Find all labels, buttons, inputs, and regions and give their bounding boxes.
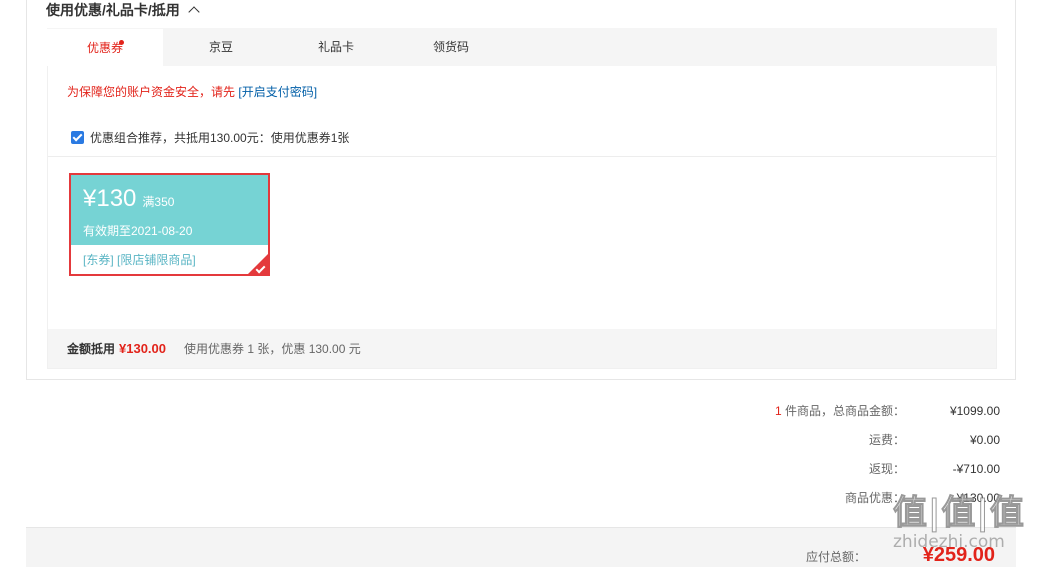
- totals-row-items: 1 件商品，总商品金额： ¥1099.00: [600, 400, 1000, 429]
- summary-amount: ¥130.00: [119, 341, 167, 356]
- security-notice-text: 为保障您的账户资金安全，请先: [67, 85, 236, 99]
- coupon-card[interactable]: ¥130 满350 有效期至2021-08-20 [东券] [限店铺限商品]: [69, 173, 270, 276]
- shipping-value: ¥0.00: [969, 433, 1000, 447]
- coupon-tags: [东券] [限店铺限商品]: [83, 253, 196, 267]
- chevron-up-icon[interactable]: [188, 6, 200, 18]
- cashback-label: 返现：: [868, 462, 905, 476]
- tab-jingdou[interactable]: 京豆: [163, 28, 279, 66]
- items-label-text: 件商品，总商品金额：: [781, 404, 905, 418]
- tab-coupon-label: 优惠券: [86, 41, 123, 55]
- totals-row-shipping: 运费： ¥0.00: [600, 429, 1000, 458]
- combo-recommendation[interactable]: 优惠组合推荐，共抵用130.00元：使用优惠券1张: [71, 129, 349, 146]
- security-notice: 为保障您的账户资金安全，请先 [开启支付密码]: [67, 83, 317, 100]
- coupon-validity: 有效期至2021-08-20: [83, 224, 193, 238]
- tab-pickup-code-label: 领货码: [432, 40, 469, 54]
- discount-label: 商品优惠：: [844, 491, 905, 505]
- items-value: ¥1099.00: [949, 404, 1000, 418]
- enable-payment-password-link[interactable]: [开启支付密码]: [238, 85, 317, 99]
- payable-label: 应付总额：: [805, 550, 866, 564]
- coupon-amount: ¥130: [83, 185, 137, 212]
- site-watermark: 值|值|值 zhidezhi.com: [893, 485, 1043, 565]
- combo-text: 优惠组合推荐，共抵用130.00元：使用优惠券1张: [90, 131, 350, 145]
- coupon-amount-row: ¥130 满350: [83, 185, 256, 216]
- tab-jingdou-label: 京豆: [208, 40, 233, 54]
- coupon-condition: 满350: [142, 195, 175, 209]
- items-label: 1 件商品，总商品金额：: [635, 400, 905, 429]
- tab-gift-card[interactable]: 礼品卡: [279, 28, 393, 66]
- section-title-text: 使用优惠/礼品卡/抵用: [46, 2, 180, 18]
- summary-description: 使用优惠券 1 张，优惠 130.00 元: [184, 342, 361, 356]
- coupon-card-header: ¥130 满350 有效期至2021-08-20: [71, 175, 268, 245]
- section-title[interactable]: 使用优惠/礼品卡/抵用: [46, 0, 200, 20]
- watermark-logo: 值|值|值: [893, 493, 1025, 534]
- discount-summary-bar: 金额抵用 ¥130.00 使用优惠券 1 张，优惠 130.00 元: [48, 329, 996, 368]
- tab-gift-card-label: 礼品卡: [317, 40, 354, 54]
- totals-row-cashback: 返现： -¥710.00: [600, 458, 1000, 487]
- summary-label: 金额抵用: [67, 342, 116, 356]
- cashback-value: -¥710.00: [952, 462, 1000, 476]
- watermark-site: zhidezhi.com: [893, 532, 1005, 552]
- shipping-label: 运费：: [868, 433, 905, 447]
- discount-tabs: 优惠券 京豆 礼品卡 领货码: [47, 28, 997, 66]
- items-count: 1: [774, 404, 782, 418]
- combo-checkbox[interactable]: [71, 131, 84, 144]
- divider: [48, 156, 996, 157]
- tab-coupon[interactable]: 优惠券: [47, 28, 163, 66]
- tab-pickup-code[interactable]: 领货码: [393, 28, 509, 66]
- notification-dot-icon: [119, 40, 124, 45]
